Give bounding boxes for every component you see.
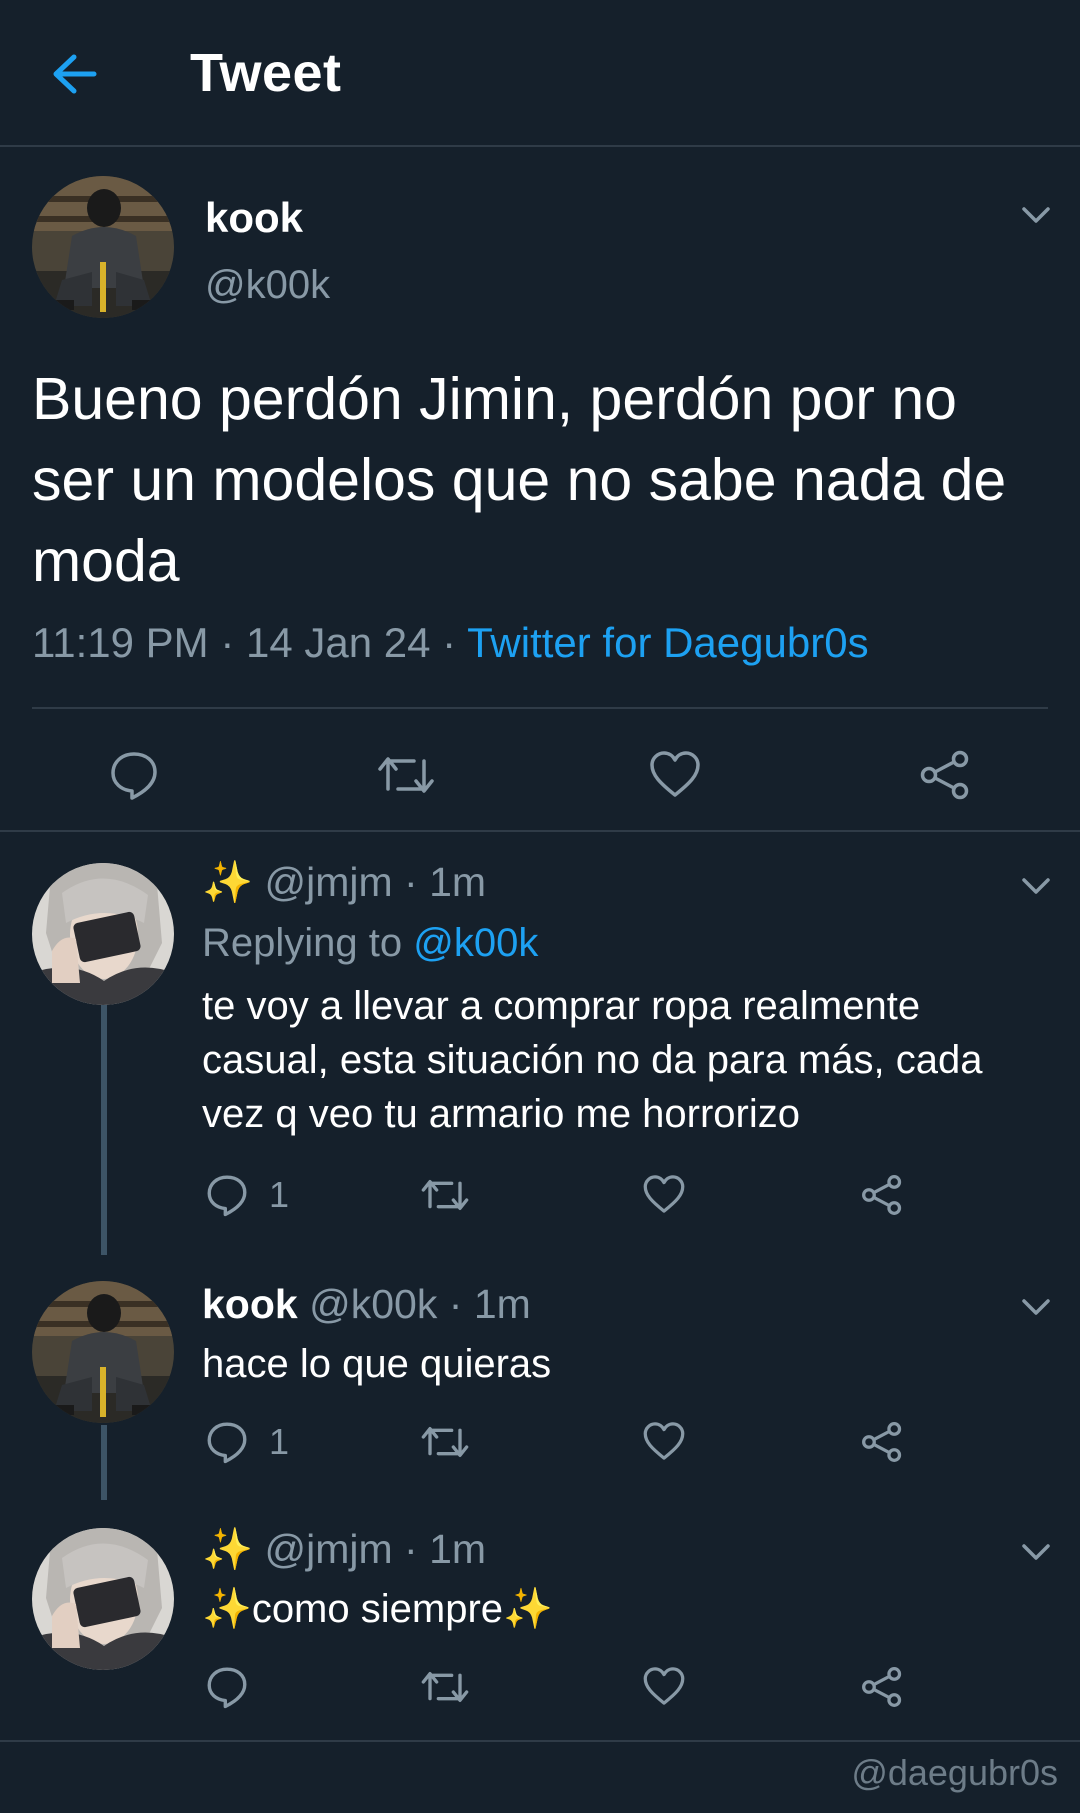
reply-button[interactable] <box>108 749 160 801</box>
reply-time: 1m <box>429 1526 487 1572</box>
reply-header: ✨ @jmjm · 1m <box>202 1526 486 1574</box>
chevron-down-icon <box>1022 1544 1050 1560</box>
reply-button[interactable]: 1 <box>205 1420 289 1464</box>
tweet-options-button[interactable] <box>1016 866 1056 906</box>
watermark: @daegubr0s <box>851 1752 1058 1793</box>
reply-tweet[interactable]: ✨ @jmjm · 1m Replying to @k00k te voy a … <box>0 833 1080 1255</box>
reply-author-name[interactable]: kook <box>202 1281 298 1327</box>
reply-time: 1m <box>473 1281 531 1327</box>
avatar-jmjm[interactable] <box>32 1528 174 1670</box>
reply-icon <box>207 1422 247 1464</box>
like-button[interactable] <box>642 1173 686 1215</box>
tweet-detail-screen: Tweet kook @k00k Bueno perdón Jimin, per… <box>0 0 1080 1813</box>
top-bar: Tweet <box>0 0 1080 147</box>
reply-tweet[interactable]: kook @k00k · 1m hace lo que quieras 1 <box>0 1255 1080 1500</box>
retweet-icon <box>378 757 434 793</box>
like-button[interactable] <box>648 749 702 799</box>
chevron-down-icon <box>1022 207 1050 223</box>
reply-icon <box>207 1175 247 1217</box>
divider <box>0 1740 1080 1742</box>
heart-icon <box>643 1175 685 1213</box>
tweet-source-link[interactable]: Twitter for Daegubr0s <box>467 619 869 666</box>
back-button[interactable] <box>40 40 108 108</box>
reply-actions <box>0 1665 1080 1725</box>
retweet-icon <box>421 1671 469 1702</box>
tweet-options-button[interactable] <box>1016 1532 1056 1572</box>
retweet-icon <box>421 1179 469 1210</box>
retweet-button[interactable] <box>420 1420 470 1464</box>
replying-to: Replying to @k00k <box>202 921 538 966</box>
tweet-options-button[interactable] <box>1016 195 1056 235</box>
reply-button[interactable] <box>205 1665 249 1709</box>
reply-icon <box>207 1667 247 1709</box>
chevron-down-icon <box>1022 1299 1050 1315</box>
reply-text: ✨como siempre✨ <box>202 1582 1042 1636</box>
retweet-icon <box>421 1426 469 1457</box>
reply-button[interactable]: 1 <box>205 1173 289 1217</box>
heart-icon <box>643 1422 685 1460</box>
share-icon <box>920 750 969 800</box>
avatar-jmjm[interactable] <box>32 863 174 1005</box>
reply-time: 1m <box>429 859 487 905</box>
reply-actions: 1 <box>0 1420 1080 1480</box>
tweet-text: Bueno perdón Jimin, perdón por no ser un… <box>32 366 1007 594</box>
reply-header: kook @k00k · 1m <box>202 1281 531 1328</box>
dot-separator: · <box>448 1281 463 1327</box>
retweet-button[interactable] <box>420 1173 470 1217</box>
like-button[interactable] <box>642 1665 686 1707</box>
share-icon <box>862 1667 902 1707</box>
share-button[interactable] <box>860 1173 904 1217</box>
reply-actions: 1 <box>0 1173 1080 1233</box>
avatar-kook[interactable] <box>32 176 174 318</box>
share-button[interactable] <box>860 1665 904 1709</box>
author-name[interactable]: kook <box>205 194 303 242</box>
chevron-down-icon <box>1022 878 1050 894</box>
meta-separator: · <box>430 619 468 666</box>
reply-text-body: como siempre <box>251 1587 504 1631</box>
heart-icon <box>643 1667 685 1705</box>
share-icon <box>862 1422 902 1462</box>
sparkle-emoji: ✨ <box>503 1587 553 1631</box>
reply-count: 1 <box>269 1174 290 1215</box>
divider <box>32 707 1048 709</box>
retweet-button[interactable] <box>420 1665 470 1709</box>
replying-to-label: Replying to <box>202 921 414 965</box>
reply-icon <box>111 752 157 800</box>
page-title: Tweet <box>190 43 342 103</box>
main-tweet-actions <box>0 739 1080 819</box>
avatar-kook[interactable] <box>32 1281 174 1423</box>
tweet-time: 11:19 PM <box>32 619 209 666</box>
tweet-metadata: 11:19 PM · 14 Jan 24 · Twitter for Daegu… <box>32 619 869 667</box>
reply-text: hace lo que quieras <box>202 1342 552 1386</box>
sparkle-emoji: ✨ <box>202 859 254 905</box>
tweet-date: 14 Jan 24 <box>245 619 431 666</box>
mention-link[interactable]: @k00k <box>413 921 538 965</box>
reply-handle[interactable]: @jmjm <box>264 1526 392 1572</box>
reply-tweet[interactable]: ✨ @jmjm · 1m ✨como siempre✨ <box>0 1500 1080 1740</box>
share-button[interactable] <box>860 1420 904 1464</box>
like-button[interactable] <box>642 1420 686 1462</box>
dot-separator: · <box>404 859 418 905</box>
main-tweet: kook @k00k Bueno perdón Jimin, perdón po… <box>0 149 1080 832</box>
share-icon <box>862 1175 902 1215</box>
retweet-button[interactable] <box>376 749 436 801</box>
sparkle-emoji: ✨ <box>202 1587 252 1631</box>
reply-header: ✨ @jmjm · 1m <box>202 859 486 907</box>
tweet-options-button[interactable] <box>1016 1287 1056 1327</box>
heart-icon <box>650 751 700 797</box>
reply-handle[interactable]: @k00k <box>309 1281 437 1327</box>
dot-separator: · <box>404 1526 418 1572</box>
sparkle-emoji: ✨ <box>202 1526 254 1572</box>
arrow-left-icon <box>53 54 97 94</box>
author-handle[interactable]: @k00k <box>205 263 330 308</box>
reply-text: te voy a llevar a comprar ropa realmente… <box>202 984 983 1136</box>
meta-separator: · <box>208 619 246 666</box>
share-button[interactable] <box>918 749 972 801</box>
reply-handle[interactable]: @jmjm <box>264 859 392 905</box>
reply-count: 1 <box>269 1421 290 1462</box>
